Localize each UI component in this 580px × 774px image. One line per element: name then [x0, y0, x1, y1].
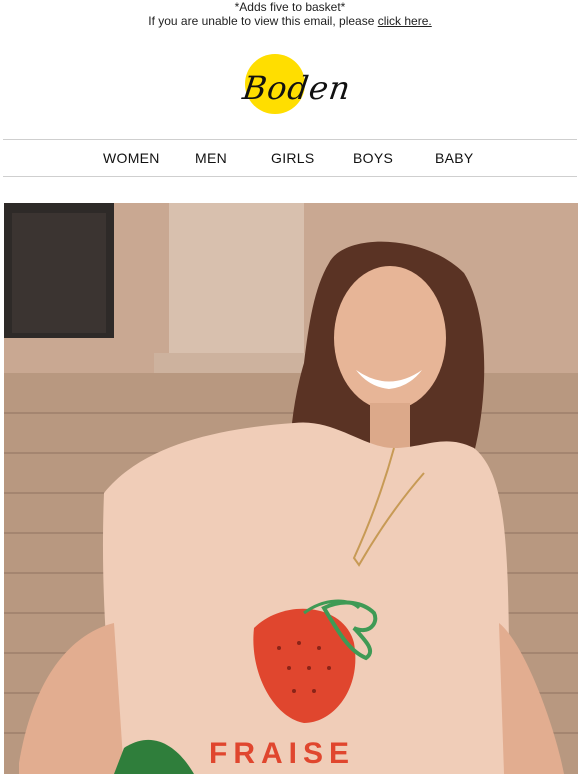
hero-image[interactable]: FRAISE — [4, 203, 578, 774]
stone-column — [169, 203, 304, 363]
column-base — [154, 353, 324, 373]
nav-item-baby[interactable]: BABY — [435, 149, 474, 167]
nav-item-women[interactable]: WOMEN — [103, 149, 160, 167]
window-grille — [12, 213, 106, 333]
tshirt-text-fraise: FRAISE — [209, 737, 355, 770]
view-in-browser-link[interactable]: click here. — [378, 14, 432, 28]
logo-wordmark: Boden — [240, 69, 354, 107]
preheader: *Adds five to basket* If you are unable … — [0, 0, 580, 28]
hero-illustration: FRAISE — [4, 203, 578, 774]
nav-item-boys[interactable]: BOYS — [353, 149, 393, 167]
main-nav: WOMEN MEN GIRLS BOYS BABY — [3, 139, 577, 177]
brand-logo[interactable]: Boden — [0, 46, 580, 126]
preheader-text: If you are unable to view this email, pl… — [148, 14, 378, 28]
preheader-view-online: If you are unable to view this email, pl… — [0, 14, 580, 28]
preheader-note: *Adds five to basket* — [234, 0, 346, 14]
nav-item-girls[interactable]: GIRLS — [271, 149, 315, 167]
nav-item-men[interactable]: MEN — [195, 149, 227, 167]
